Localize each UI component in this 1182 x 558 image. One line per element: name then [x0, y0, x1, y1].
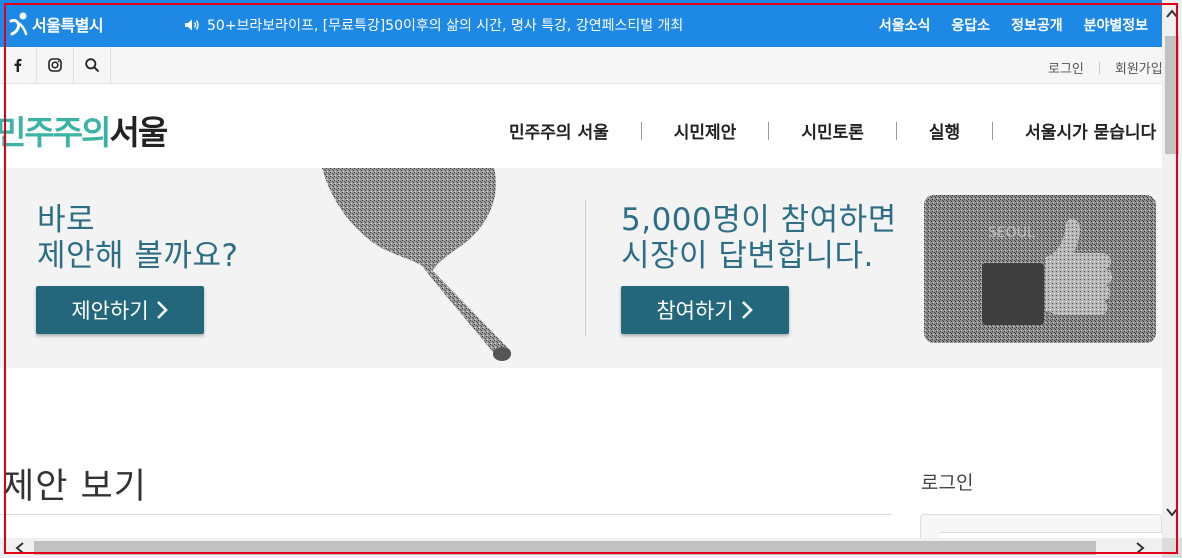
- scrollbar-corner: [1162, 538, 1182, 558]
- brand-logo-part2: 서울: [109, 113, 168, 152]
- nav-divider: [895, 121, 897, 140]
- global-nav: 서울소식 응답소 정보공개 분야별정보: [879, 15, 1148, 35]
- vertical-scrollbar[interactable]: [1162, 0, 1182, 538]
- global-nav-eungdapso[interactable]: 응답소: [951, 15, 990, 35]
- section-divider: [0, 514, 891, 515]
- nav-democracy-seoul[interactable]: 민주주의 서울: [509, 118, 609, 143]
- utility-bar: 로그인 회원가입: [0, 47, 1162, 84]
- proposals-section-title: 제안 보기: [2, 467, 147, 507]
- facebook-button[interactable]: [0, 47, 37, 83]
- nav-execution[interactable]: 실행: [929, 118, 960, 143]
- top-bar: 서울특별시 50+브라보라이프, [무료특강]50이후의 삶의 시간, 명사 특…: [0, 0, 1162, 47]
- nav-citizen-debate[interactable]: 시민토론: [801, 118, 864, 143]
- scroll-up-icon[interactable]: [1164, 6, 1180, 22]
- hero-banner: 바로 제안해 볼까요? 제안하기 5,000명이 참여하면 시장이 답변합니다.: [0, 168, 1162, 368]
- global-nav-seoul-news[interactable]: 서울소식: [879, 15, 931, 35]
- link-divider: [1098, 61, 1100, 74]
- thumbs-up-illustration: SEOUL: [924, 195, 1156, 343]
- vertical-scroll-thumb[interactable]: [1165, 36, 1179, 154]
- search-icon: [85, 58, 99, 72]
- instagram-icon: [48, 58, 62, 72]
- proposal-heading: 바로 제안해 볼까요?: [37, 202, 239, 274]
- site-header: 민주주의서울 민주주의 서울 시민제안 시민토론 실행 서울시가 묻습니다: [0, 84, 1162, 168]
- thumbs-up-engraving: SEOUL: [988, 225, 1035, 241]
- seoul-logo-icon: [9, 12, 28, 36]
- nav-seoul-asks[interactable]: 서울시가 묻습니다: [1025, 118, 1156, 143]
- login-link[interactable]: 로그인: [1048, 58, 1084, 77]
- notice-ticker-text: 50+브라보라이프, [무료특강]50이후의 삶의 시간, 명사 특강, 강연페…: [207, 18, 684, 34]
- brand-logo-part1: 민주주의: [0, 113, 111, 152]
- propose-button-label: 제안하기: [71, 299, 149, 323]
- chevron-right-icon: [741, 301, 753, 319]
- participate-button[interactable]: 참여하기: [621, 286, 789, 334]
- scroll-left-icon[interactable]: [12, 540, 28, 556]
- brand-logo[interactable]: 민주주의서울: [0, 106, 168, 154]
- scroll-down-icon[interactable]: [1164, 504, 1180, 520]
- search-button[interactable]: [74, 47, 111, 83]
- global-nav-info-disclosure[interactable]: 정보공개: [1011, 15, 1063, 35]
- account-links: 로그인 회원가입: [1048, 58, 1162, 77]
- shovel-illustration: [322, 168, 512, 361]
- seoul-logo-text: 서울특별시: [32, 16, 104, 35]
- nav-divider: [640, 121, 642, 140]
- sidebar-login-box: [920, 514, 1162, 538]
- hero-divider: [585, 200, 586, 336]
- facebook-icon: [14, 58, 22, 72]
- nav-divider: [768, 121, 770, 140]
- main-nav: 민주주의 서울 시민제안 시민토론 실행 서울시가 묻습니다: [509, 118, 1156, 143]
- nav-citizen-proposal[interactable]: 시민제안: [674, 118, 737, 143]
- seoul-logo[interactable]: 서울특별시: [8, 10, 104, 38]
- sidebar-login-title: 로그인: [921, 472, 974, 494]
- participate-button-label: 참여하기: [656, 299, 734, 323]
- propose-button[interactable]: 제안하기: [36, 286, 204, 334]
- global-nav-field-info[interactable]: 분야별정보: [1084, 15, 1148, 35]
- horizontal-scrollbar[interactable]: [0, 538, 1162, 558]
- signup-link[interactable]: 회원가입: [1115, 58, 1162, 77]
- participation-heading: 5,000명이 참여하면 시장이 답변합니다.: [621, 202, 897, 274]
- page-viewport: 서울특별시 50+브라보라이프, [무료특강]50이후의 삶의 시간, 명사 특…: [0, 0, 1162, 538]
- nav-divider: [992, 121, 994, 140]
- speaker-icon: [185, 19, 199, 31]
- notice-ticker[interactable]: 50+브라보라이프, [무료특강]50이후의 삶의 시간, 명사 특강, 강연페…: [184, 15, 683, 35]
- horizontal-scroll-thumb[interactable]: [34, 541, 1096, 555]
- scroll-right-icon[interactable]: [1132, 540, 1148, 556]
- chevron-right-icon: [156, 301, 168, 319]
- instagram-button[interactable]: [37, 47, 74, 83]
